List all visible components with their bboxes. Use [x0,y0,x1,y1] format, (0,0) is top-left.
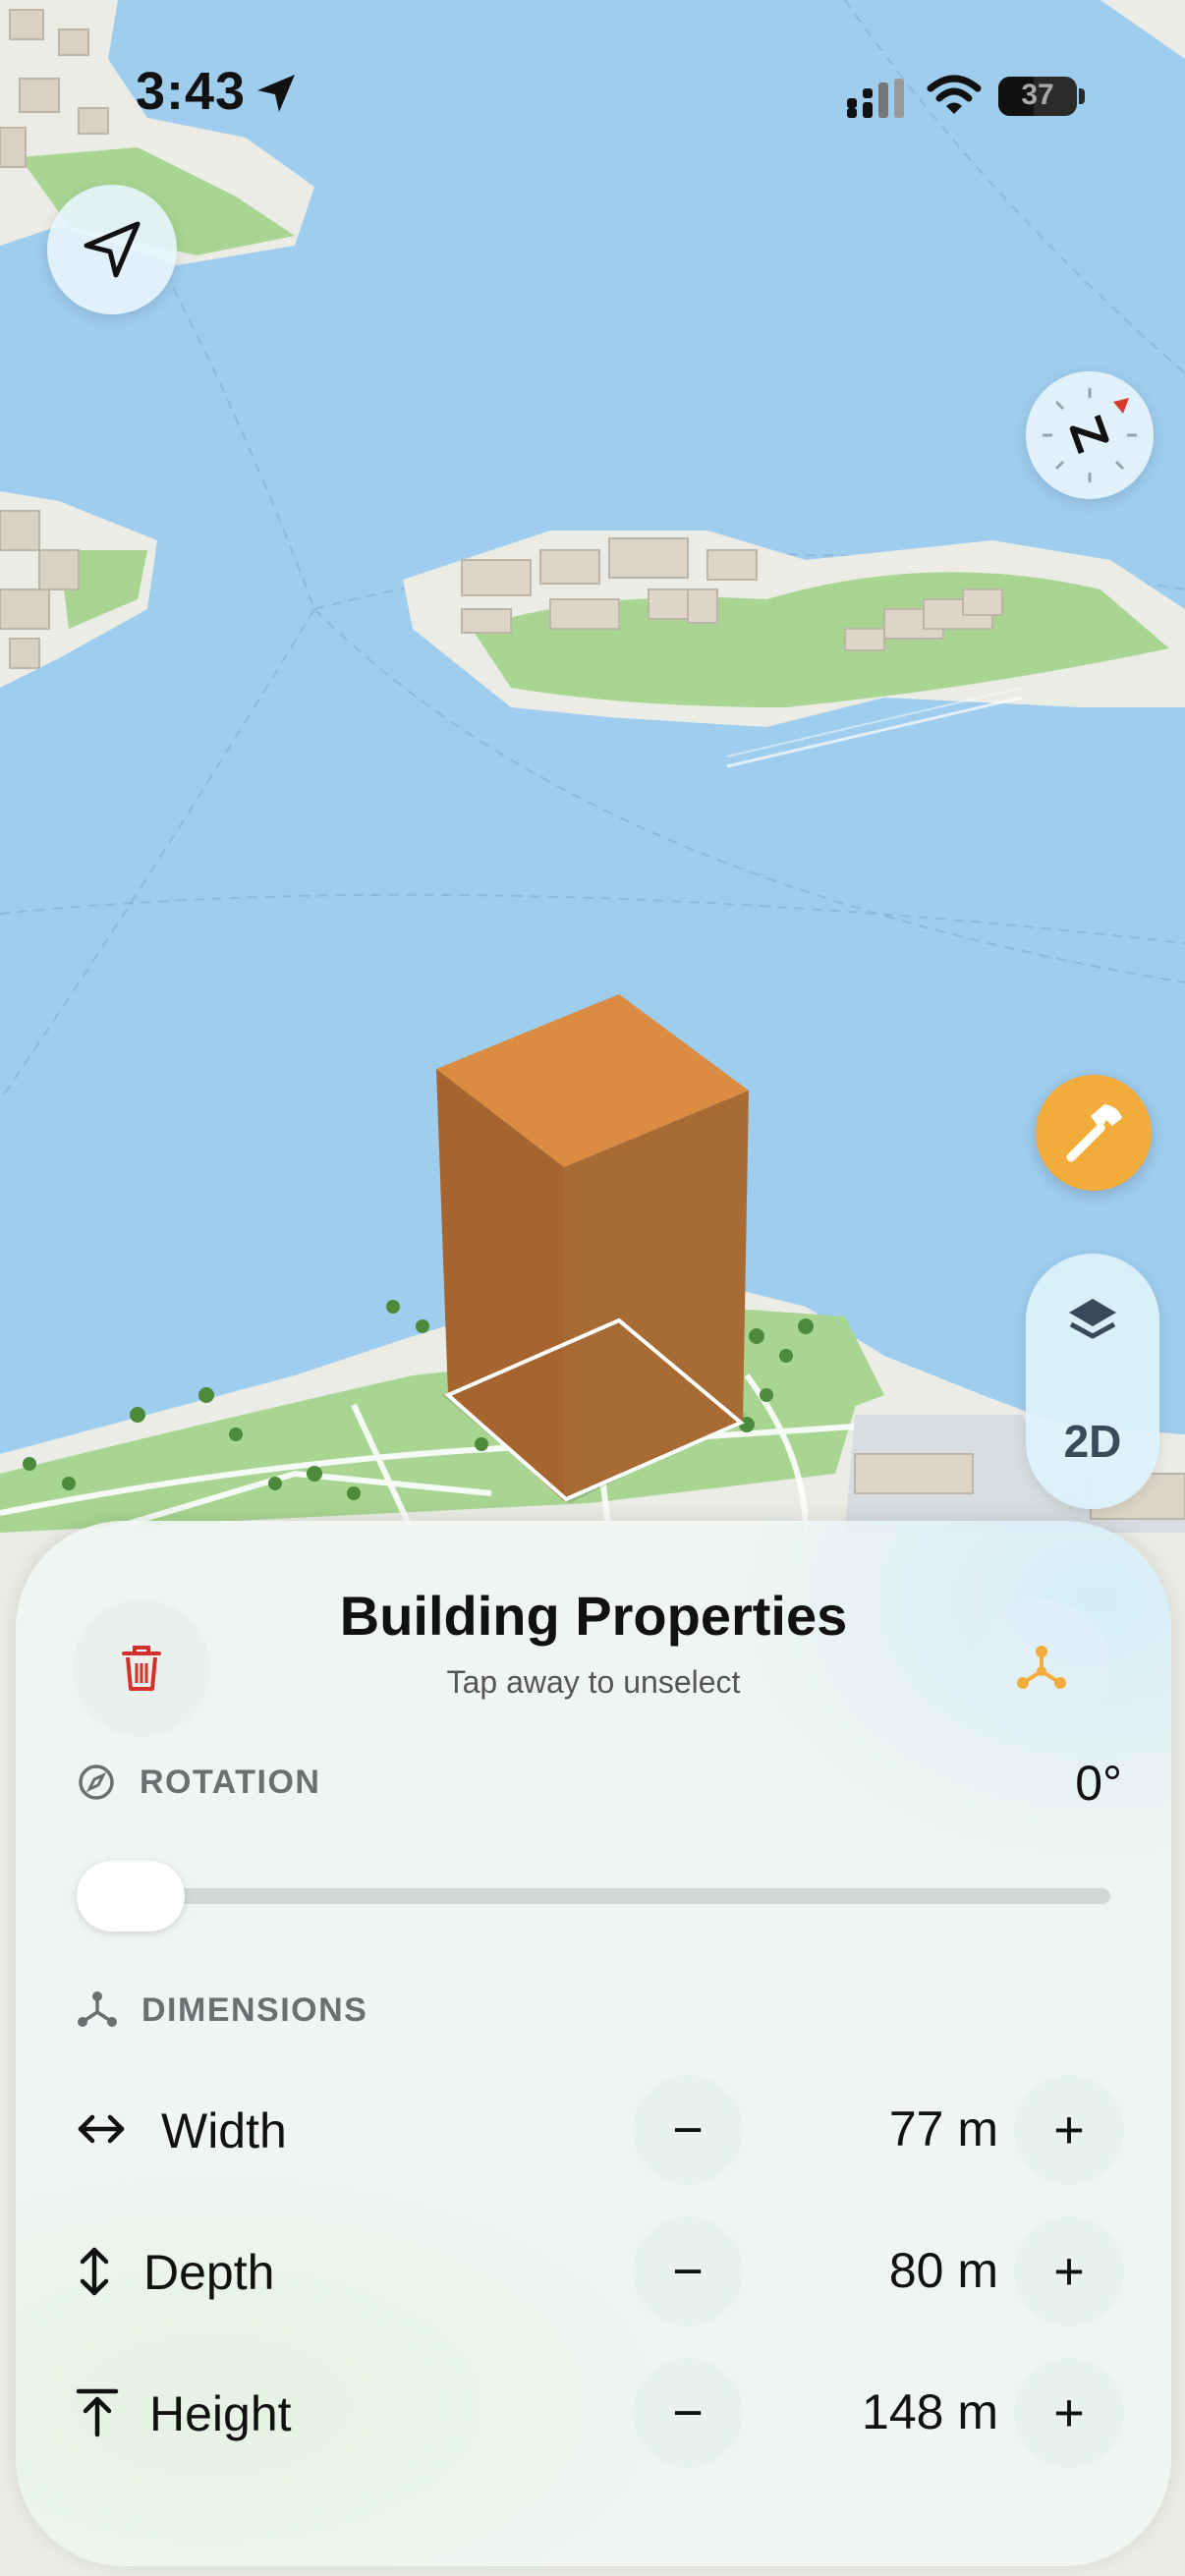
axes-icon [1017,1646,1066,1689]
layers-button[interactable] [1065,1293,1120,1353]
battery-level: 37 [1021,79,1054,111]
height-decrement-button[interactable]: − [633,2358,743,2468]
compass-icon [79,1764,114,1800]
depth-decrement-button[interactable]: − [633,2216,743,2326]
width-decrement-button[interactable]: − [633,2075,743,2185]
current-location-button[interactable] [47,185,177,314]
layers-icon [1069,1299,1116,1339]
width-row: Width − 77 m + [16,2071,1171,2189]
rotation-label: ROTATION [140,1763,321,1801]
compass-button[interactable] [1026,371,1154,499]
location-services-icon [257,75,295,112]
axes-icon [78,1991,117,2027]
height-row: Height − 148 m + [16,2354,1171,2472]
hammer-icon [1066,1104,1122,1162]
width-increment-button[interactable]: + [1014,2075,1124,2185]
rotation-slider-track[interactable] [79,1888,1110,1904]
height-increment-button[interactable]: + [1014,2358,1124,2468]
build-tool-button[interactable] [1036,1075,1152,1191]
dimensions-section-header: DIMENSIONS [77,1990,367,2030]
height-value: 148 m [862,2384,998,2439]
depth-row: Depth − 80 m + [16,2212,1171,2330]
width-value: 77 m [888,2101,998,2156]
status-time: 3:43 [136,62,247,121]
height-label: Height [149,2386,292,2441]
height-arrow-icon [76,2388,119,2437]
status-bar: 3:43 37 [0,0,1185,187]
horizontal-arrows-icon [78,2114,125,2144]
transform-gizmo-button[interactable] [973,1599,1110,1737]
battery-icon: 37 [998,77,1077,116]
dimensions-label: DIMENSIONS [141,1990,368,2029]
cellular-signal-icon [847,79,904,118]
compass-icon [1043,388,1137,482]
rotation-value: 0° [1075,1756,1122,1811]
location-arrow-icon [84,221,141,278]
map-mode-controls: 2D [1026,1254,1159,1509]
rotation-slider-thumb[interactable] [77,1861,185,1932]
wifi-icon [927,75,982,114]
width-label: Width [161,2103,287,2158]
rotation-section-header: ROTATION [77,1763,321,1802]
building-properties-panel: Building Properties Tap away to unselect… [16,1521,1171,2566]
2d-toggle-button[interactable]: 2D [1026,1415,1159,1468]
depth-increment-button[interactable]: + [1014,2216,1124,2326]
vertical-arrows-icon [80,2247,109,2296]
depth-value: 80 m [888,2243,998,2298]
depth-label: Depth [143,2245,275,2300]
